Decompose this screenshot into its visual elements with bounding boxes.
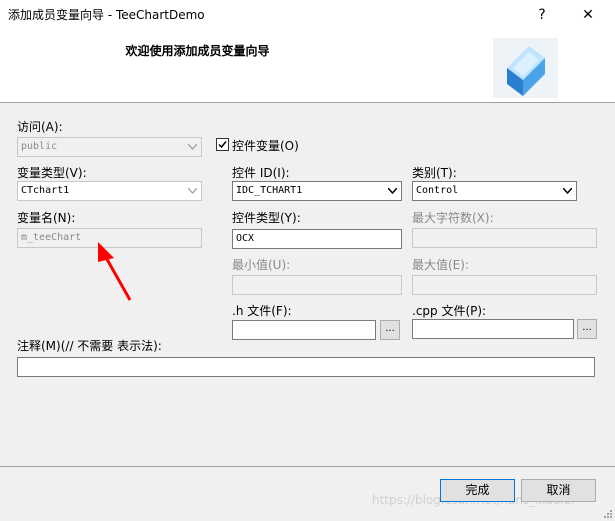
max-chars-label: 最大字符数(X):: [412, 211, 494, 225]
min-value-label: 最小值(U):: [232, 258, 291, 272]
max-chars-input: [412, 228, 597, 248]
resize-grip-icon[interactable]: [603, 509, 613, 519]
h-file-input[interactable]: [232, 320, 376, 340]
wizard-banner: 欢迎使用添加成员变量向导: [0, 30, 615, 103]
chevron-down-icon[interactable]: [184, 182, 201, 200]
access-select: public: [17, 137, 202, 157]
var-type-combo[interactable]: CTchart1: [17, 181, 202, 201]
cpp-file-input[interactable]: [412, 319, 574, 339]
control-var-label: 控件变量(O): [232, 139, 299, 153]
max-value-label: 最大值(E):: [412, 258, 469, 272]
control-id-value: IDC_TCHART1: [236, 185, 303, 196]
min-value-input: [232, 275, 402, 295]
red-annotation-arrow-icon: [98, 242, 132, 301]
cube-wizard-icon: [493, 38, 558, 98]
control-type-input[interactable]: OCX: [232, 229, 402, 249]
control-var-checkbox[interactable]: [216, 138, 229, 151]
checkmark-icon: [218, 141, 227, 149]
category-select[interactable]: Control: [412, 181, 577, 201]
category-label: 类别(T):: [412, 166, 457, 180]
comment-label: 注释(M)(// 不需要 表示法):: [17, 339, 162, 353]
cancel-button[interactable]: 取消: [521, 479, 596, 502]
category-value: Control: [416, 185, 459, 196]
control-id-select[interactable]: IDC_TCHART1: [232, 181, 402, 201]
h-file-label: .h 文件(F):: [232, 304, 292, 318]
help-button[interactable]: ?: [519, 0, 565, 30]
window-title: 添加成员变量向导 - TeeChartDemo: [8, 8, 205, 22]
var-type-value: CTchart1: [21, 185, 70, 196]
chevron-down-icon[interactable]: [384, 182, 401, 200]
finish-button[interactable]: 完成: [440, 479, 515, 502]
cpp-file-label: .cpp 文件(P):: [412, 304, 487, 318]
banner-title-text: 欢迎使用添加成员变量向导: [125, 44, 270, 58]
footer-separator: [0, 466, 615, 467]
title-bar: 添加成员变量向导 - TeeChartDemo ? ✕: [0, 0, 615, 30]
close-button[interactable]: ✕: [565, 0, 611, 30]
var-name-label: 变量名(N):: [17, 211, 76, 225]
access-label: 访问(A):: [17, 120, 63, 134]
access-value: public: [21, 141, 58, 152]
control-id-label: 控件 ID(I):: [232, 166, 290, 180]
cpp-file-browse-button[interactable]: ...: [577, 319, 597, 339]
comment-input[interactable]: [17, 357, 595, 377]
h-file-browse-button[interactable]: ...: [380, 320, 400, 340]
max-value-input: [412, 275, 597, 295]
chevron-down-icon: [184, 138, 201, 156]
var-type-label: 变量类型(V):: [17, 166, 87, 180]
control-type-label: 控件类型(Y):: [232, 211, 301, 225]
chevron-down-icon[interactable]: [559, 182, 576, 200]
